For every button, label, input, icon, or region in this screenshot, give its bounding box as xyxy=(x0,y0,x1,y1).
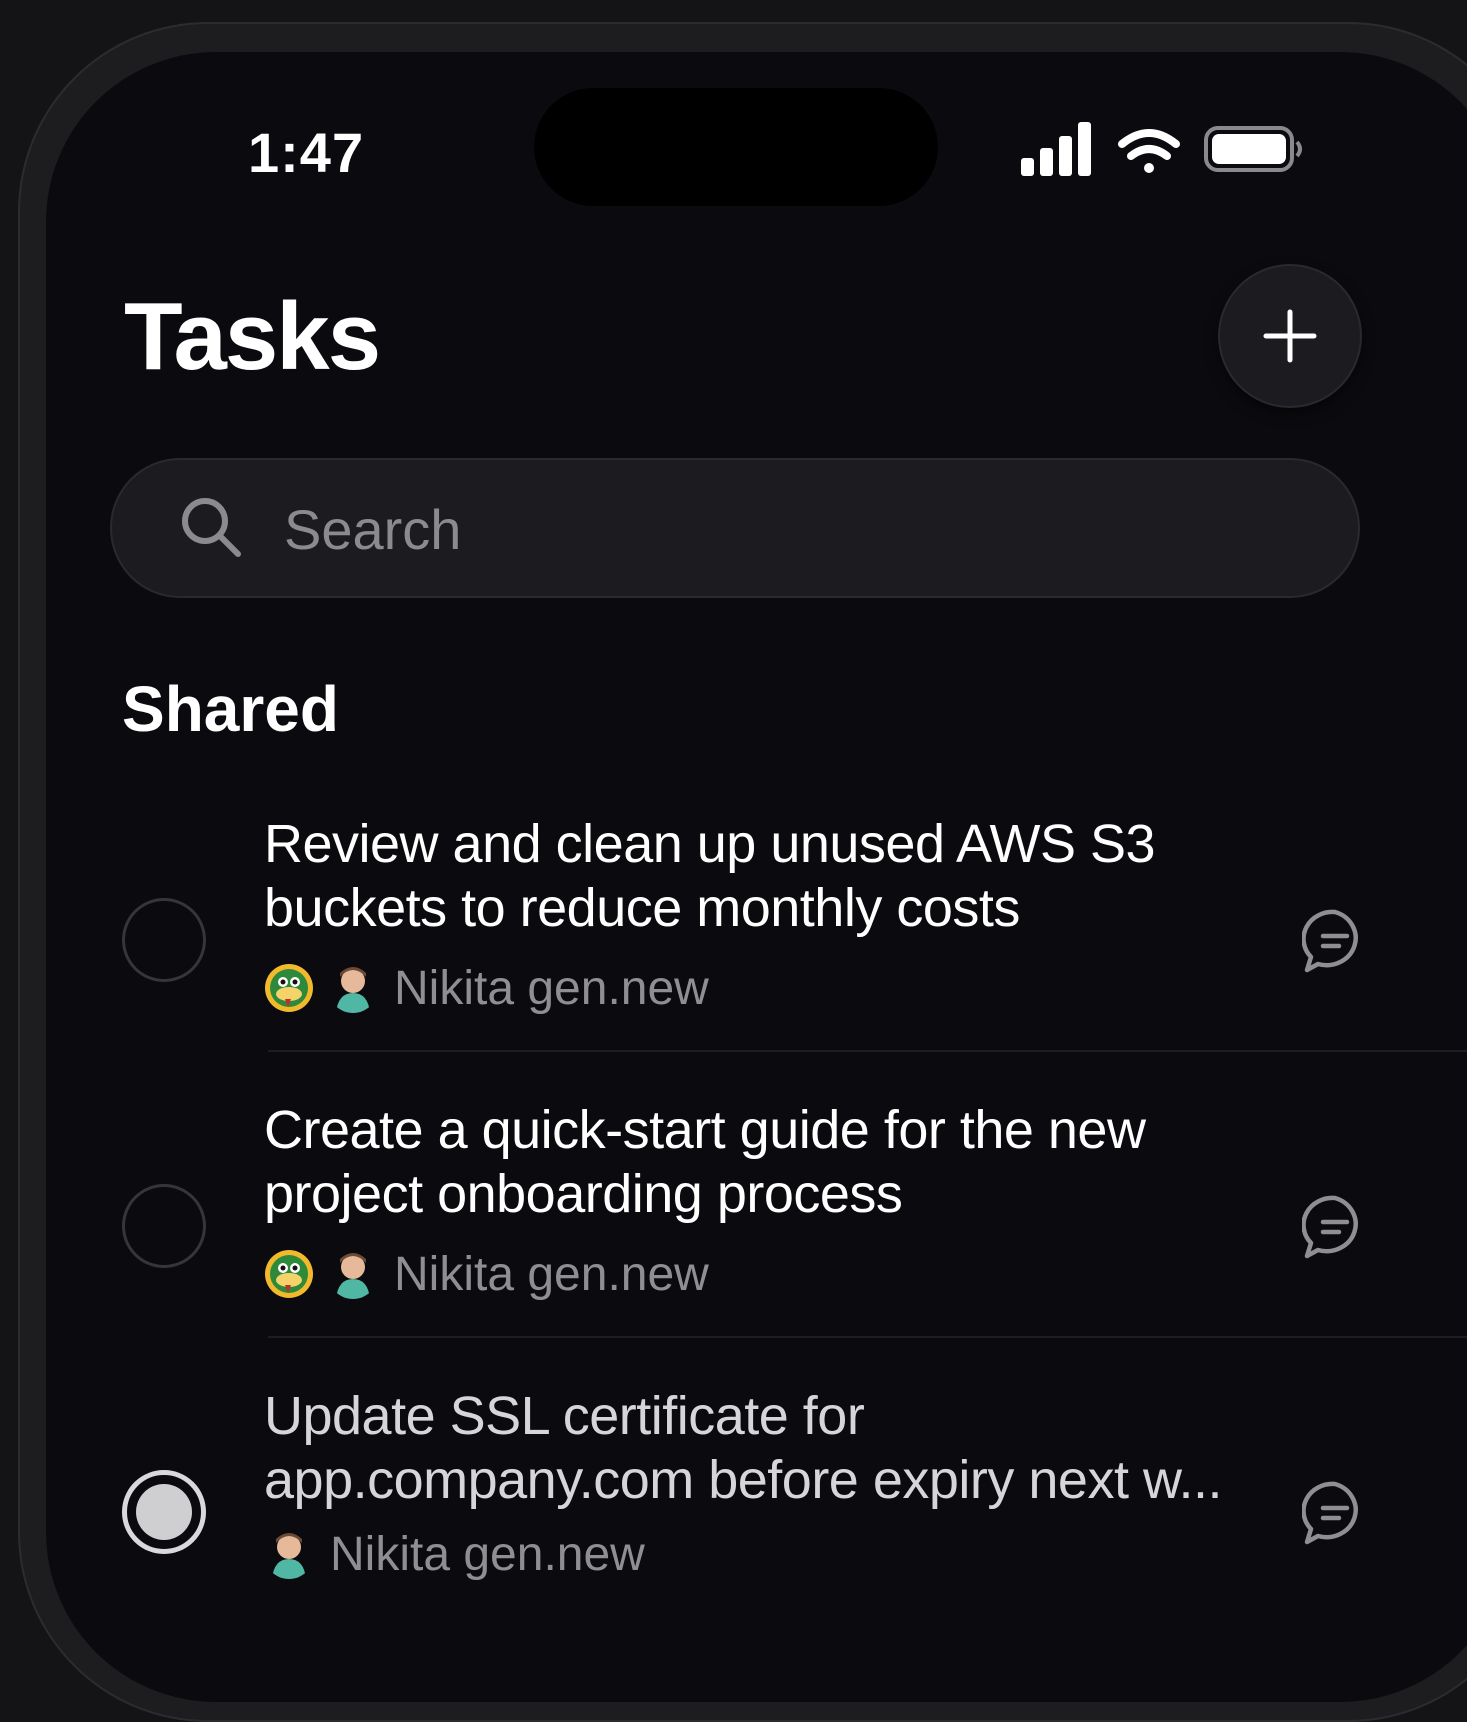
assignee-names: Nikita gen.new xyxy=(394,961,709,1015)
task-title-line: Update SSL certificate for xyxy=(264,1386,865,1446)
comment-icon[interactable] xyxy=(1302,1480,1368,1546)
divider xyxy=(268,1336,1467,1338)
avatar-dinosaur xyxy=(265,1250,313,1298)
task-item[interactable]: Update SSL certificate for app.company.c… xyxy=(46,1380,1467,1666)
dynamic-island xyxy=(534,88,938,206)
task-title-line: buckets to reduce monthly costs xyxy=(264,878,1020,938)
section-title: Shared xyxy=(122,673,339,745)
task-title-line: Create a quick-start guide for the new xyxy=(264,1100,1146,1160)
task-assignees: Nikita gen.new xyxy=(264,958,709,1018)
search-icon xyxy=(182,498,241,557)
page-title: Tasks xyxy=(124,283,381,390)
task-title-line: project onboarding process xyxy=(264,1164,903,1224)
avatar-person xyxy=(329,1250,377,1299)
search-input[interactable] xyxy=(282,488,1306,570)
assignee-names: Nikita gen.new xyxy=(330,1527,645,1581)
avatar-person xyxy=(329,964,377,1013)
battery-icon xyxy=(1204,126,1302,172)
assignee-names: Nikita gen.new xyxy=(394,1247,709,1301)
status-time: 1:47 xyxy=(248,121,365,184)
task-title: Create a quick-start guide for the new p… xyxy=(264,1098,1274,1226)
status-icons xyxy=(1021,122,1302,176)
signal-icon xyxy=(1021,122,1091,176)
task-checkbox-selected[interactable] xyxy=(122,1470,206,1554)
task-title: Review and clean up unused AWS S3 bucket… xyxy=(264,812,1274,940)
wifi-icon xyxy=(1118,129,1180,173)
comment-icon[interactable] xyxy=(1302,1194,1368,1260)
screen: 1:47 Tasks Shared xyxy=(46,52,1467,1702)
task-checkbox[interactable] xyxy=(122,898,206,982)
task-title-line: app.company.com before expiry next w... xyxy=(264,1450,1222,1510)
task-checkbox[interactable] xyxy=(122,1184,206,1268)
avatar-dinosaur xyxy=(265,964,313,1012)
task-assignees: Nikita gen.new xyxy=(264,1524,645,1584)
avatar-person xyxy=(265,1530,313,1579)
divider xyxy=(268,1050,1467,1052)
search-bar[interactable] xyxy=(110,458,1360,598)
comment-icon[interactable] xyxy=(1302,908,1368,974)
task-title: Update SSL certificate for app.company.c… xyxy=(264,1384,1274,1512)
task-title-line: Review and clean up unused AWS S3 xyxy=(264,814,1156,874)
task-assignees: Nikita gen.new xyxy=(264,1244,709,1304)
add-task-button[interactable] xyxy=(1220,266,1360,406)
plus-icon xyxy=(1263,309,1317,363)
